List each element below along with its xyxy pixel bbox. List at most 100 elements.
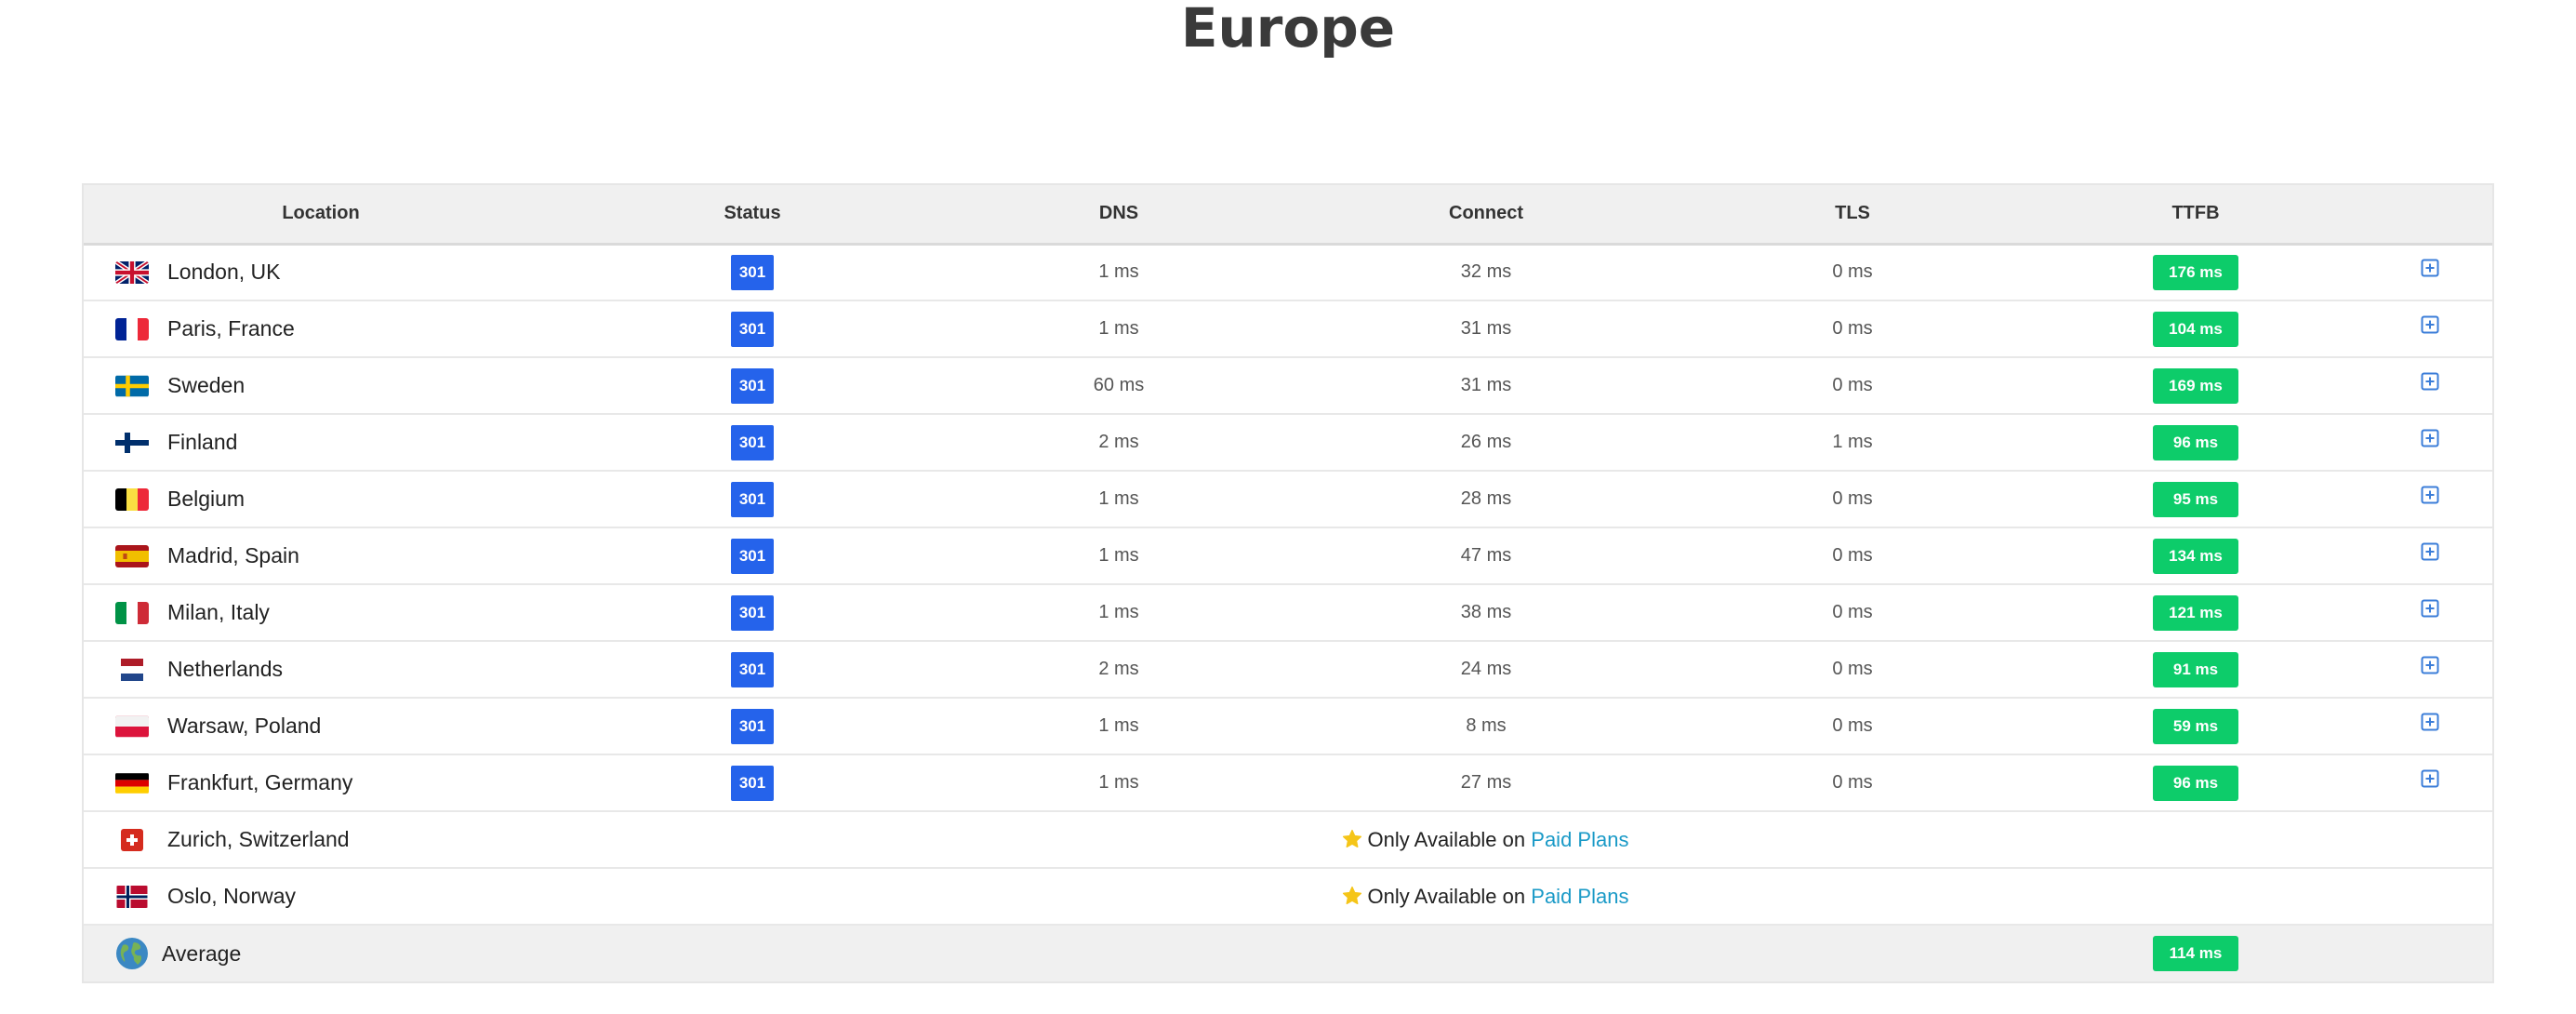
- location-label: Warsaw, Poland: [167, 714, 322, 738]
- empty-cell: [558, 868, 947, 925]
- expand-plus-icon[interactable]: [2421, 769, 2439, 788]
- expand-plus-icon[interactable]: [2421, 656, 2439, 674]
- empty-cell: [2024, 811, 2368, 868]
- table-row: Warsaw, Poland 301 1 ms 8 ms 0 ms 59 ms: [84, 698, 2492, 754]
- status-badge: 301: [730, 538, 775, 574]
- ttfb-badge: 95 ms: [2153, 481, 2238, 517]
- expand-plus-icon[interactable]: [2421, 713, 2439, 731]
- tls-value: 0 ms: [1832, 659, 1873, 679]
- ttfb-cell: 134 ms: [2024, 527, 2368, 584]
- actions-cell: [2368, 471, 2492, 527]
- table-row: Finland 301 2 ms 26 ms 1 ms 96 ms: [84, 414, 2492, 471]
- location-cell: Milan, Italy: [84, 584, 558, 641]
- average-row: Average 114 ms: [84, 925, 2492, 981]
- paid-plan-notice: Only Available on Paid Plans: [947, 811, 2024, 868]
- location-content: Warsaw, Poland: [115, 714, 558, 739]
- status-badge: 301: [730, 594, 775, 631]
- expand-plus-icon[interactable]: [2421, 372, 2439, 391]
- expand-plus-icon[interactable]: [2421, 542, 2439, 561]
- dns-value: 1 ms: [1098, 545, 1139, 566]
- status-cell: 301: [558, 527, 947, 584]
- average-ttfb-cell: 114 ms: [2024, 925, 2368, 981]
- empty-cell: [2368, 868, 2492, 925]
- uk-flag-icon: [115, 260, 149, 284]
- tls-value: 1 ms: [1832, 432, 1873, 452]
- status-cell: 301: [558, 641, 947, 698]
- paid-plan-text: Only Available on: [1367, 884, 1526, 908]
- paid-plans-link[interactable]: Paid Plans: [1531, 885, 1628, 908]
- ttfb-badge: 104 ms: [2153, 311, 2238, 347]
- column-header-actions: [2368, 185, 2492, 246]
- location-cell: Netherlands: [84, 641, 558, 698]
- empty-cell: [558, 811, 947, 868]
- status-badge: 301: [730, 254, 775, 290]
- status-badge: 301: [730, 708, 775, 744]
- status-cell: 301: [558, 300, 947, 357]
- expand-plus-icon[interactable]: [2421, 486, 2439, 504]
- table-row: Sweden 301 60 ms 31 ms 0 ms 169 ms: [84, 357, 2492, 414]
- expand-plus-icon[interactable]: [2421, 599, 2439, 618]
- status-badge: 301: [730, 765, 775, 801]
- ttfb-cell: 169 ms: [2024, 357, 2368, 414]
- dns-value: 2 ms: [1098, 659, 1139, 679]
- germany-flag-icon: [115, 772, 149, 794]
- paid-plans-link[interactable]: Paid Plans: [1531, 828, 1628, 851]
- empty-cell: [2368, 811, 2492, 868]
- location-label: Zurich, Switzerland: [167, 827, 350, 851]
- table-body: London, UK 301 1 ms 32 ms 0 ms 176 ms Paris, F…: [84, 244, 2492, 981]
- star-icon: [1342, 829, 1362, 849]
- italy-flag-icon: [115, 601, 149, 624]
- status-cell: 301: [558, 471, 947, 527]
- table-header: Location Status DNS Connect TLS TTFB: [84, 185, 2492, 246]
- dns-value: 1 ms: [1098, 488, 1139, 509]
- status-cell: 301: [558, 244, 947, 300]
- location-content: London, UK: [115, 260, 558, 285]
- average-ttfb-badge: 114 ms: [2153, 936, 2238, 971]
- location-label: Frankfurt, Germany: [167, 770, 353, 794]
- ttfb-cell: 96 ms: [2024, 754, 2368, 811]
- status-cell: 301: [558, 584, 947, 641]
- connect-value: 47 ms: [1460, 545, 1512, 566]
- empty-cell: [2368, 925, 2492, 981]
- actions-cell: [2368, 300, 2492, 357]
- dns-value: 1 ms: [1098, 715, 1139, 736]
- column-header-connect: Connect: [1291, 185, 1681, 246]
- status-cell: 301: [558, 754, 947, 811]
- table-row: Paris, France 301 1 ms 31 ms 0 ms 104 ms: [84, 300, 2492, 357]
- status-badge: 301: [730, 424, 775, 460]
- switzerland-flag-icon: [115, 828, 149, 851]
- paid-plan-text: Only Available on: [1367, 827, 1526, 851]
- ttfb-cell: 176 ms: [2024, 244, 2368, 300]
- header-row: Location Status DNS Connect TLS TTFB: [84, 185, 2492, 246]
- belgium-flag-icon: [115, 487, 149, 511]
- dns-value: 2 ms: [1098, 432, 1139, 452]
- status-cell: 301: [558, 414, 947, 471]
- norway-flag-icon: [115, 885, 149, 908]
- actions-cell: [2368, 357, 2492, 414]
- ttfb-cell: 59 ms: [2024, 698, 2368, 754]
- ttfb-badge: 91 ms: [2153, 651, 2238, 687]
- tls-value: 0 ms: [1832, 545, 1873, 566]
- empty-cell: [1681, 925, 2024, 981]
- tls-value: 0 ms: [1832, 602, 1873, 622]
- column-header-ttfb: TTFB: [2024, 185, 2368, 246]
- ttfb-badge: 176 ms: [2153, 254, 2238, 290]
- actions-cell: [2368, 584, 2492, 641]
- connect-value: 31 ms: [1460, 375, 1512, 395]
- table-row: London, UK 301 1 ms 32 ms 0 ms 176 ms: [84, 244, 2492, 300]
- ttfb-cell: 91 ms: [2024, 641, 2368, 698]
- actions-cell: [2368, 414, 2492, 471]
- expand-plus-icon[interactable]: [2421, 259, 2439, 277]
- location-cell: Finland: [84, 414, 558, 471]
- expand-plus-icon[interactable]: [2421, 429, 2439, 447]
- sweden-flag-icon: [115, 375, 149, 397]
- location-content: Finland: [115, 430, 558, 455]
- expand-plus-icon[interactable]: [2421, 315, 2439, 334]
- dns-value: 1 ms: [1098, 772, 1139, 793]
- finland-flag-icon: [115, 432, 149, 454]
- empty-cell: [558, 925, 947, 981]
- table-row: Belgium 301 1 ms 28 ms 0 ms 95 ms: [84, 471, 2492, 527]
- ttfb-cell: 95 ms: [2024, 471, 2368, 527]
- ttfb-badge: 96 ms: [2153, 765, 2238, 801]
- connect-value: 28 ms: [1460, 488, 1512, 509]
